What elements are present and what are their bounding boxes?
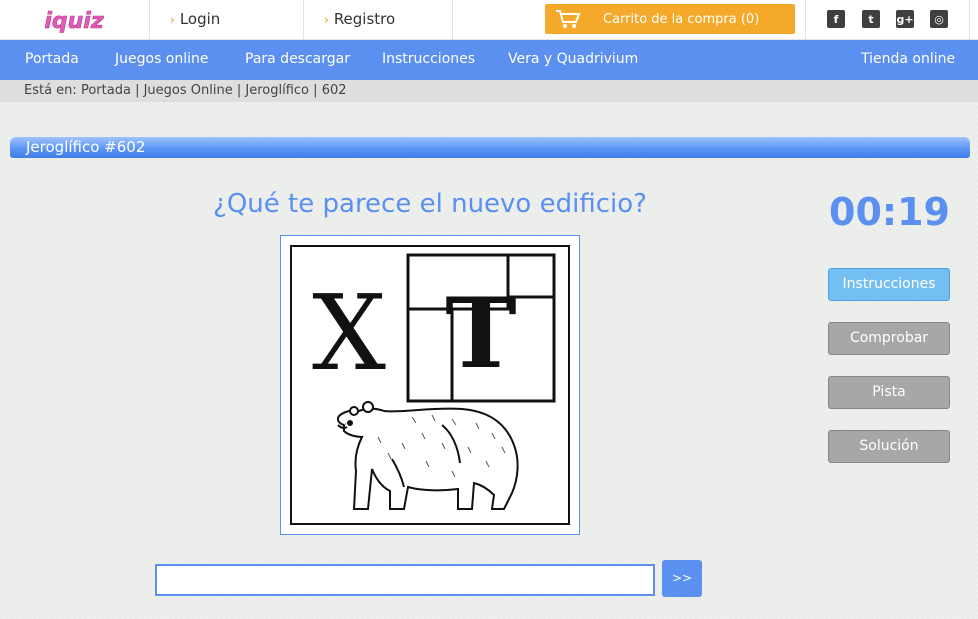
page-title: Jeroglífico #602 xyxy=(26,138,146,156)
twitter-icon[interactable]: t xyxy=(862,10,880,28)
divider xyxy=(805,0,806,40)
login-link[interactable]: › Login xyxy=(170,10,220,28)
nav-item-portada[interactable]: Portada xyxy=(25,51,79,67)
divider xyxy=(969,0,970,40)
breadcrumb-item-juegos-online[interactable]: Juegos Online xyxy=(144,83,233,98)
timer: 00:19 xyxy=(829,190,950,234)
chevron-right-icon: › xyxy=(170,13,175,27)
login-label: Login xyxy=(179,10,221,28)
breadcrumb-separator: | xyxy=(236,83,242,98)
chevron-right-icon: › xyxy=(324,13,329,27)
divider xyxy=(452,0,453,40)
breadcrumb-item-portada[interactable]: Portada xyxy=(81,83,131,98)
answer-input[interactable] xyxy=(155,564,655,596)
breadcrumb: Está en: Portada | Juegos Online | Jerog… xyxy=(24,83,347,98)
nav-item-instrucciones[interactable]: Instrucciones xyxy=(382,51,475,67)
cart-label: Carrito de la compra (0) xyxy=(603,12,760,27)
bear-illustration xyxy=(336,401,519,510)
facebook-icon[interactable]: f xyxy=(827,10,845,28)
puzzle-question: ¿Qué te parece el nuevo edificio? xyxy=(213,189,647,219)
breadcrumb-item-jeroglifico[interactable]: Jeroglífico xyxy=(245,83,309,98)
divider xyxy=(303,0,304,40)
nav-item-para-descargar[interactable]: Para descargar xyxy=(245,51,350,67)
puzzle-image-border: X T xyxy=(290,245,570,525)
logo-text: iquiz xyxy=(44,9,103,34)
nav-item-vera-quadrivium[interactable]: Vera y Quadrivium xyxy=(508,51,638,67)
solution-button[interactable]: Solución xyxy=(828,430,950,463)
shopping-cart-icon xyxy=(556,10,581,28)
iquiz-logo[interactable]: iquiz xyxy=(20,6,128,34)
cart-button[interactable]: Carrito de la compra (0) xyxy=(545,4,795,34)
register-link[interactable]: › Registro xyxy=(324,10,395,28)
puzzle-image: X T xyxy=(280,235,580,535)
nav-item-juegos-online[interactable]: Juegos online xyxy=(115,51,209,67)
google-plus-icon[interactable]: g+ xyxy=(896,10,914,28)
breadcrumb-separator: | xyxy=(313,83,318,98)
submit-button[interactable]: >> xyxy=(662,560,702,597)
breadcrumb-item-current: 602 xyxy=(321,83,347,98)
top-bar: iquiz › Login › Registro Carrito de la com… xyxy=(0,0,978,40)
check-button[interactable]: Comprobar xyxy=(828,322,950,355)
hieroglyph-drawing: X T xyxy=(312,253,556,510)
nav-item-tienda-online[interactable]: Tienda online xyxy=(861,51,955,67)
instructions-button[interactable]: Instrucciones xyxy=(828,268,950,301)
register-label: Registro xyxy=(333,10,396,28)
breadcrumb-separator: | xyxy=(135,83,140,98)
instagram-icon[interactable]: ◎ xyxy=(930,10,948,28)
hint-button[interactable]: Pista xyxy=(828,376,950,409)
breadcrumb-prefix: Está en: xyxy=(24,83,77,98)
puzzle-letter-t: T xyxy=(445,277,516,390)
breadcrumb-bar: Está en: Portada | Juegos Online | Jerog… xyxy=(0,80,978,102)
puzzle-letter-x: X xyxy=(312,272,386,394)
main-nav: Portada Juegos online Para descargar Ins… xyxy=(0,40,978,80)
page-title-bar: Jeroglífico #602 xyxy=(10,137,970,158)
divider xyxy=(149,0,150,40)
